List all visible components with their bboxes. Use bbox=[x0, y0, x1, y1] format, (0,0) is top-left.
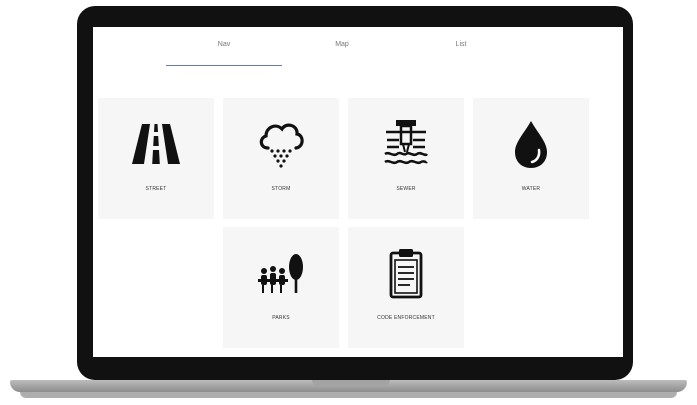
water-drop-icon bbox=[515, 121, 547, 168]
parks-icon bbox=[258, 254, 303, 293]
tile-label: STREET bbox=[145, 186, 167, 192]
sewer-icon bbox=[384, 120, 429, 165]
tab-list[interactable]: List bbox=[403, 41, 519, 65]
tile-street[interactable]: STREET bbox=[98, 98, 214, 219]
tile-label: SEWER bbox=[396, 186, 416, 192]
tab-nav[interactable]: Nav bbox=[166, 41, 282, 66]
tile-storm[interactable]: STORM bbox=[223, 98, 339, 219]
app-screen: Nav Map List STREET STORM SEWER WATER PA… bbox=[93, 27, 623, 357]
storm-cloud-icon bbox=[259, 123, 304, 168]
tile-label: WATER bbox=[521, 186, 541, 192]
laptop-notch bbox=[312, 380, 390, 386]
road-icon bbox=[132, 124, 180, 164]
tile-water[interactable]: WATER bbox=[473, 98, 589, 219]
tile-code-enforcement[interactable]: CODE ENFORCEMENT bbox=[348, 227, 464, 348]
tab-bar: Nav Map List bbox=[93, 27, 623, 72]
tile-label: PARKS bbox=[272, 315, 290, 321]
tile-label: STORM bbox=[271, 186, 291, 192]
tile-sewer[interactable]: SEWER bbox=[348, 98, 464, 219]
tile-label: CODE ENFORCEMENT bbox=[377, 315, 435, 321]
clipboard-icon bbox=[389, 249, 423, 299]
laptop-base-shadow bbox=[20, 392, 677, 398]
tab-map[interactable]: Map bbox=[284, 41, 400, 65]
tile-parks[interactable]: PARKS bbox=[223, 227, 339, 348]
